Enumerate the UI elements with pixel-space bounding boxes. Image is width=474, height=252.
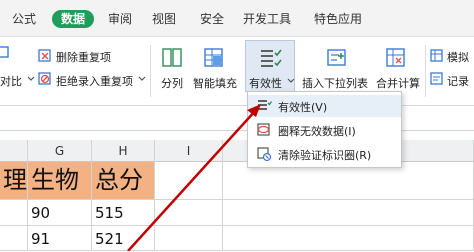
annotation-arrow (127, 104, 261, 251)
